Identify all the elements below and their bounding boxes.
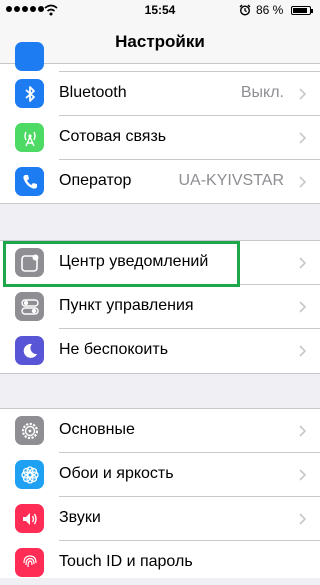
highlight-box [3,241,240,287]
row-do-not-disturb[interactable]: Не беспокоить [0,329,320,373]
page-title: Настройки [115,32,205,51]
row-value: Выкл. [240,84,284,101]
status-bar: 15:54 86 % [0,0,320,20]
connectivity-group: Bluetooth Выкл. Сотовая связь Оператор U… [0,42,320,204]
preferences-group: Основные Обои и яркость Звуки Touch ID и… [0,408,320,578]
bluetooth-icon [15,79,44,108]
flower-icon [15,460,44,489]
fingerprint-icon [15,548,44,577]
battery-percent: 86 % [256,3,284,17]
navigation-bar: Настройки [0,20,320,64]
row-label: Не беспокоить [59,341,169,358]
wifi-settings-icon [15,42,44,71]
row-value: UA-KYIVSTAR [178,172,285,189]
chevron-right-icon [299,176,306,188]
row-label: Основные [59,421,135,438]
chevron-right-icon [299,469,306,481]
row-sounds[interactable]: Звуки [0,497,320,541]
chevron-right-icon [299,301,306,313]
row-general[interactable]: Основные [0,409,320,453]
row-carrier[interactable]: Оператор UA-KYIVSTAR [0,160,320,204]
chevron-right-icon [299,513,306,525]
moon-icon [15,336,44,365]
row-label: Оператор [59,172,132,189]
alarm-icon [239,4,251,16]
row-touch-id[interactable]: Touch ID и пароль [0,541,320,585]
row-label: Сотовая связь [59,128,167,145]
chevron-right-icon [299,88,306,100]
speaker-icon [15,504,44,533]
row-wallpaper[interactable]: Обои и яркость [0,453,320,497]
row-bluetooth[interactable]: Bluetooth Выкл. [0,72,320,116]
row-label: Звуки [59,509,101,526]
battery-icon [291,6,313,15]
row-label: Пункт управления [59,297,194,314]
phone-icon [15,167,44,196]
chevron-right-icon [299,257,306,269]
chevron-right-icon [299,425,306,437]
toggles-icon [15,292,44,321]
row-cellular[interactable]: Сотовая связь [0,116,320,160]
antenna-icon [15,123,44,152]
row-label: Bluetooth [59,84,127,101]
gear-icon [15,416,44,445]
chevron-right-icon [299,345,306,357]
list-item-partial [0,42,320,72]
row-control-center[interactable]: Пункт управления [0,285,320,329]
row-label: Touch ID и пароль [59,553,193,570]
chevron-right-icon [299,132,306,144]
row-label: Обои и яркость [59,465,174,482]
